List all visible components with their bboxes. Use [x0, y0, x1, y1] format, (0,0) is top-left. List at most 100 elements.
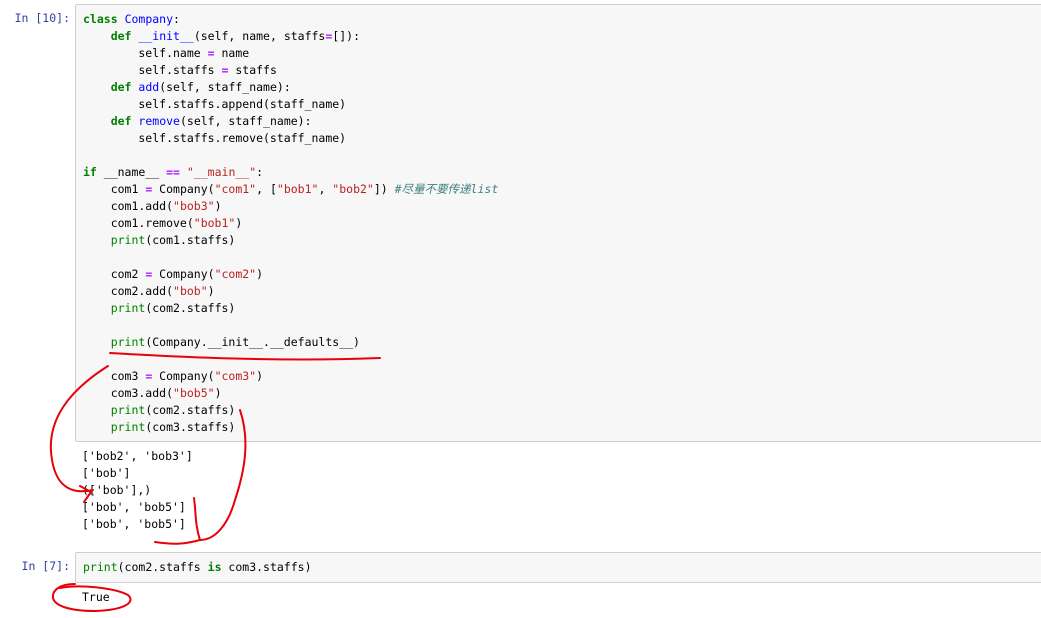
output-line: ['bob2', 'bob3'] [82, 449, 193, 463]
code-token: "bob1" [193, 216, 236, 230]
output-line: (['bob'],) [82, 483, 152, 497]
code-line: com2 = Company("com2") [83, 266, 263, 283]
code-token: is [207, 560, 222, 574]
code-token: = [207, 46, 215, 60]
code-line: print(Company.__init__.__defaults__) [83, 334, 360, 351]
code-token: print [110, 403, 146, 417]
code-token: remove [138, 114, 180, 128]
code-token: (com3.staffs) [145, 420, 236, 434]
code-token: print [83, 560, 118, 574]
cell2-output-area: True [82, 589, 282, 609]
cell1-prompt: In [10]: [14, 11, 70, 25]
code-token: __init__ [138, 29, 194, 43]
cell1-input-area[interactable]: class Company: def __init__(self, name, … [75, 4, 1041, 442]
code-token: print [110, 233, 146, 247]
code-line: def __init__(self, name, staffs=[]): [83, 28, 360, 45]
code-token: com2 [83, 267, 146, 281]
code-token: , [ [256, 182, 277, 196]
code-token: com2.add( [83, 284, 174, 298]
code-token: self.staffs [83, 63, 222, 77]
code-token: "com1" [214, 182, 257, 196]
code-token: def [110, 80, 132, 94]
code-token: "com2" [214, 267, 257, 281]
code-token: print [110, 301, 146, 315]
cell2-prompt: In [7]: [21, 559, 70, 573]
code-token: (self, staff_name): [159, 80, 291, 94]
code-line: def remove(self, staff_name): [83, 113, 312, 130]
output-line: ['bob'] [82, 466, 131, 480]
code-token: "bob" [173, 284, 208, 298]
code-line: print(com2.staffs is com3.staffs) [83, 559, 312, 576]
code-token: add [138, 80, 160, 94]
code-token: : [173, 12, 180, 26]
cell1-output-area: ['bob2', 'bob3'] ['bob'] (['bob'],) ['bob',… [82, 448, 382, 538]
code-line: self.staffs.remove(staff_name) [83, 130, 346, 147]
code-line: com1 = Company("com1", ["bob1", "bob2"])… [83, 181, 499, 198]
output-line: True [82, 590, 110, 604]
code-token: ) [256, 369, 264, 383]
code-token: ) [214, 199, 222, 213]
code-token: com1 [83, 182, 146, 196]
code-token: ) [214, 386, 222, 400]
code-token: self.name [83, 46, 208, 60]
code-token: __name__ [96, 165, 167, 179]
code-token: ) [256, 267, 264, 281]
code-token: self.staffs.remove(staff_name) [83, 131, 347, 145]
code-line: print(com1.staffs) [83, 232, 236, 249]
code-token: Company [124, 12, 174, 26]
code-token: , [318, 182, 333, 196]
code-line: class Company: [83, 11, 180, 28]
cell2-input-area[interactable]: print(com2.staffs is com3.staffs) [75, 552, 1041, 583]
code-token: staffs [228, 63, 277, 77]
code-token: if [83, 165, 97, 179]
code-line: print(com2.staffs) [83, 300, 236, 317]
code-token: com3.staffs) [221, 560, 312, 574]
code-token: (self, staff_name): [179, 114, 312, 128]
code-token: "com3" [214, 369, 257, 383]
code-line: if __name__ == "__main__": [83, 164, 263, 181]
code-token: (com1.staffs) [145, 233, 236, 247]
code-token: print [110, 420, 146, 434]
code-token: name [214, 46, 250, 60]
code-token: (com2.staffs [117, 560, 208, 574]
code-token: Company( [152, 369, 215, 383]
code-token: print [110, 335, 146, 349]
code-token: == [166, 165, 180, 179]
code-token: "bob1" [276, 182, 319, 196]
code-token: "bob3" [173, 199, 215, 213]
code-token: com1.remove( [83, 216, 194, 230]
code-token: (com2.staffs) [145, 403, 236, 417]
code-token: "bob2" [332, 182, 374, 196]
code-token: (Company.__init__.__defaults__) [145, 335, 360, 349]
code-token: []): [332, 29, 361, 43]
code-token: Company( [152, 182, 215, 196]
code-token: def [110, 114, 132, 128]
code-line: com3.add("bob5") [83, 385, 222, 402]
code-token: #尽量不要传递list [394, 182, 499, 196]
code-token: Company( [152, 267, 215, 281]
code-token: ) [235, 216, 243, 230]
code-token: ) [207, 284, 215, 298]
code-line: print(com2.staffs) [83, 402, 236, 419]
code-line: com1.add("bob3") [83, 198, 222, 215]
code-line: com3 = Company("com3") [83, 368, 263, 385]
code-line: def add(self, staff_name): [83, 79, 291, 96]
code-token: class [83, 12, 118, 26]
output-line: ['bob', 'bob5'] [82, 500, 186, 514]
code-token: "bob5" [173, 386, 215, 400]
code-token: : [256, 165, 264, 179]
code-token: com3.add( [83, 386, 174, 400]
code-line: self.staffs.append(staff_name) [83, 96, 346, 113]
code-line: com2.add("bob") [83, 283, 215, 300]
code-token: com1.add( [83, 199, 174, 213]
code-token: "__main__" [186, 165, 257, 179]
